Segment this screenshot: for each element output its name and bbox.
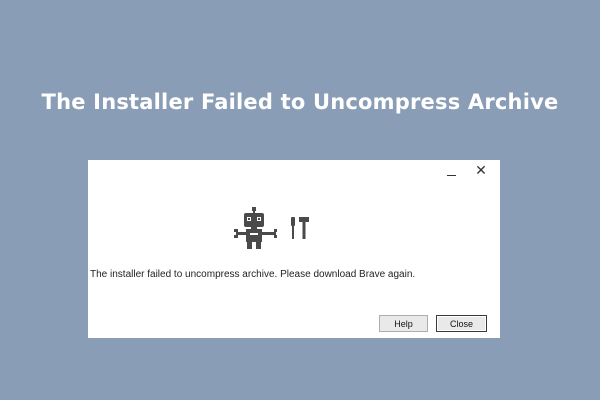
robot-icon <box>234 207 277 249</box>
minimize-icon[interactable] <box>440 162 462 180</box>
tools-icon <box>291 217 309 239</box>
close-icon[interactable]: ✕ <box>470 162 492 180</box>
page-headline: The Installer Failed to Uncompress Archi… <box>41 90 559 114</box>
robot-repair-illustration <box>234 207 309 249</box>
error-dialog: ✕ The installer failed to uncompress arc… <box>88 160 500 338</box>
help-button[interactable]: Help <box>379 315 428 332</box>
error-message: The installer failed to uncompress archi… <box>90 269 416 280</box>
close-button[interactable]: Close <box>436 315 487 332</box>
